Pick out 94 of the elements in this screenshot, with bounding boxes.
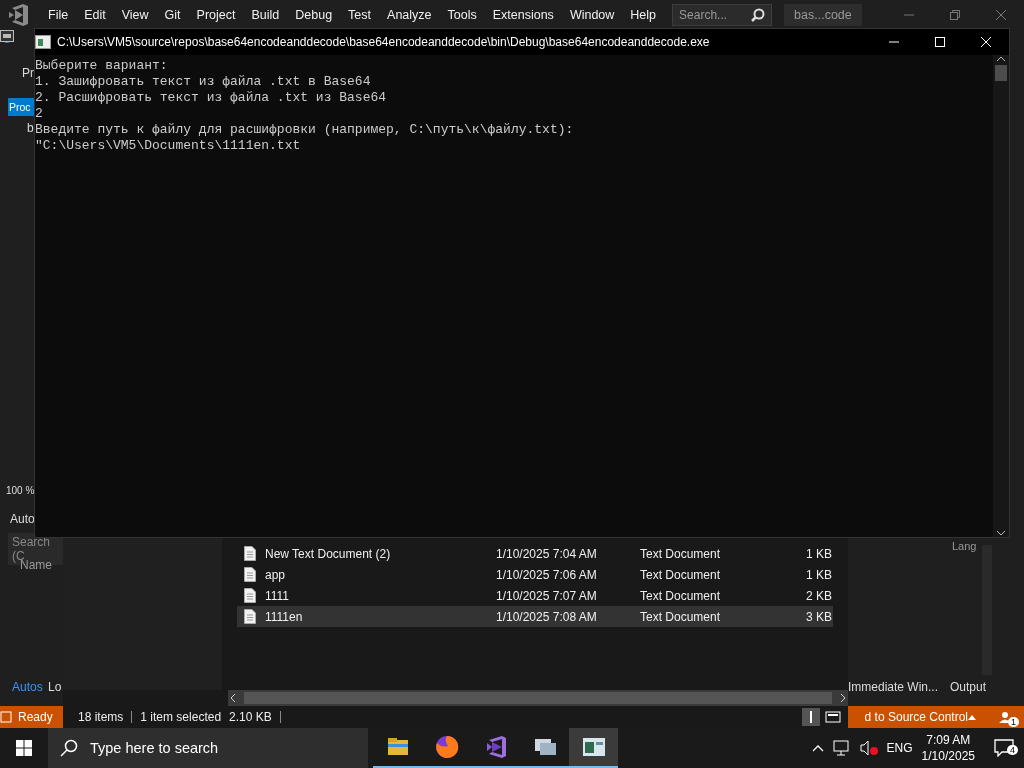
caret-up-icon — [968, 714, 976, 720]
horizontal-scrollbar[interactable] — [228, 690, 848, 706]
status-text: Ready — [18, 710, 53, 724]
file-row[interactable]: 1111en 1/10/2025 7:08 AM Text Document 3 KB — [237, 606, 833, 627]
search-icon — [60, 739, 78, 757]
panel-tab[interactable]: Output — [950, 680, 987, 694]
volume-muted-icon — [859, 740, 878, 756]
browser-icon — [433, 734, 460, 760]
panel-tab[interactable]: Lo — [48, 680, 62, 694]
menu-item[interactable]: Help — [622, 8, 665, 22]
restore-icon — [950, 10, 960, 20]
toolbar-label: Pr — [22, 66, 34, 80]
file-row[interactable]: New Text Document (2) 1/10/2025 7:04 AM Text Document 1 KB — [237, 543, 833, 564]
file-date: 1/10/2025 7:04 AM — [496, 546, 598, 561]
document-icon — [244, 588, 256, 603]
selection-size: 2.10 KB — [229, 710, 272, 724]
menu-item[interactable]: View — [113, 8, 157, 22]
document-icon — [244, 546, 256, 561]
console-line: Выберите вариант: — [35, 58, 169, 74]
file-size: 3 KB — [805, 609, 832, 624]
csharp-file-icon — [0, 30, 14, 42]
console-line: Введите путь к файлу для расшифровки (например, C:\путь\к\файлу.txt): — [35, 122, 575, 138]
tiles-view-icon — [824, 708, 842, 726]
scroll-up-icon — [996, 55, 1006, 63]
panel-tab[interactable]: Autos — [12, 680, 43, 694]
column-header: Lang — [952, 540, 977, 552]
tree-item-label[interactable]: b — [27, 121, 34, 135]
language-indicator[interactable]: ENG — [886, 741, 913, 755]
search-field[interactable]: Type here to search — [48, 728, 368, 768]
menu-item[interactable]: Extensions — [484, 8, 562, 22]
notification-badge: 1 — [1008, 717, 1019, 727]
menu-item[interactable]: Git — [156, 8, 189, 22]
console-line: 1. Зашифровать текст из файла .txt в Base64 — [35, 74, 372, 90]
file-date: 1/10/2025 7:07 AM — [496, 588, 598, 603]
taskbar-app[interactable] — [569, 728, 618, 768]
console-line: "C:\Users\VM5\Documents\1111en.txt — [35, 138, 302, 154]
tab[interactable]: Proc — [8, 98, 34, 116]
scroll-down-icon — [996, 529, 1006, 537]
document-icon — [244, 567, 256, 582]
windows-icon — [16, 740, 32, 756]
menu-item[interactable]: Tools — [439, 8, 485, 22]
notification-badge: 4 — [1007, 745, 1018, 755]
close-icon — [981, 37, 991, 47]
status-icon — [0, 711, 12, 723]
source-control-button[interactable]: d to Source Control — [864, 710, 968, 724]
details-view-icon — [802, 708, 820, 726]
file-name: 1111en — [265, 609, 304, 624]
menu-item[interactable]: Edit — [76, 8, 114, 22]
file-row[interactable]: 1111 1/10/2025 7:07 AM Text Document 2 KB — [237, 585, 833, 606]
panel-title: Auto — [10, 512, 35, 526]
menu-item[interactable]: Debug — [287, 8, 341, 22]
console-line: 2 — [35, 106, 44, 122]
file-size: 1 KB — [805, 546, 832, 561]
file-date: 1/10/2025 7:06 AM — [496, 567, 598, 582]
file-name: 1111 — [265, 588, 291, 603]
file-type: Text Document — [640, 567, 722, 582]
minimize-icon — [904, 14, 914, 16]
menu-item[interactable]: File — [40, 8, 77, 22]
action-center-icon — [994, 739, 1014, 757]
clock[interactable]: 7:09 AM 1/10/2025 — [921, 732, 975, 764]
zoom-level[interactable]: 100 % — [6, 485, 35, 496]
file-type: Text Document — [640, 609, 722, 624]
solution-title: bas...code — [784, 4, 862, 26]
file-size: 1 KB — [805, 567, 832, 582]
file-type: Text Document — [640, 546, 722, 561]
console-line: 2. Расшифровать текст из файла .txt из Base64 — [35, 90, 388, 106]
file-name: New Text Document (2) — [265, 546, 392, 561]
item-count: 18 items — [78, 710, 124, 724]
menu-item[interactable]: Build — [243, 8, 288, 22]
chevron-up-icon — [811, 744, 824, 752]
close-icon — [996, 10, 1006, 20]
file-date: 1/10/2025 7:08 AM — [496, 609, 598, 624]
vertical-scrollbar[interactable] — [993, 55, 1009, 537]
menu-item[interactable]: Project — [188, 8, 244, 22]
file-size: 2 KB — [805, 588, 832, 603]
scroll-right-icon — [838, 693, 848, 703]
maximize-icon — [935, 37, 945, 47]
search-field[interactable]: Search... — [672, 4, 773, 26]
window-title: C:\Users\VM5\source\repos\base64encodeanddecode\base64encodeanddecode\bin\Debug\base64encodeanddecode.exe — [57, 35, 710, 49]
selection-info: 1 item selected — [140, 710, 222, 724]
scroll-left-icon — [228, 693, 238, 703]
file-type: Text Document — [640, 588, 722, 603]
logo-icon — [6, 3, 30, 27]
file-name: app — [265, 567, 287, 582]
menu-item[interactable]: Test — [340, 8, 380, 22]
menu-item[interactable]: Analyze — [379, 8, 440, 22]
document-icon — [244, 609, 256, 624]
file-row[interactable]: app 1/10/2025 7:06 AM Text Document 1 KB — [237, 564, 833, 585]
panel-tab[interactable]: Immediate Win... — [848, 680, 939, 694]
console-icon — [35, 35, 51, 49]
scroll-thumb[interactable] — [995, 65, 1007, 81]
menu-item[interactable]: Window — [561, 8, 623, 22]
search-icon — [751, 8, 766, 22]
minimize-icon — [889, 41, 899, 43]
